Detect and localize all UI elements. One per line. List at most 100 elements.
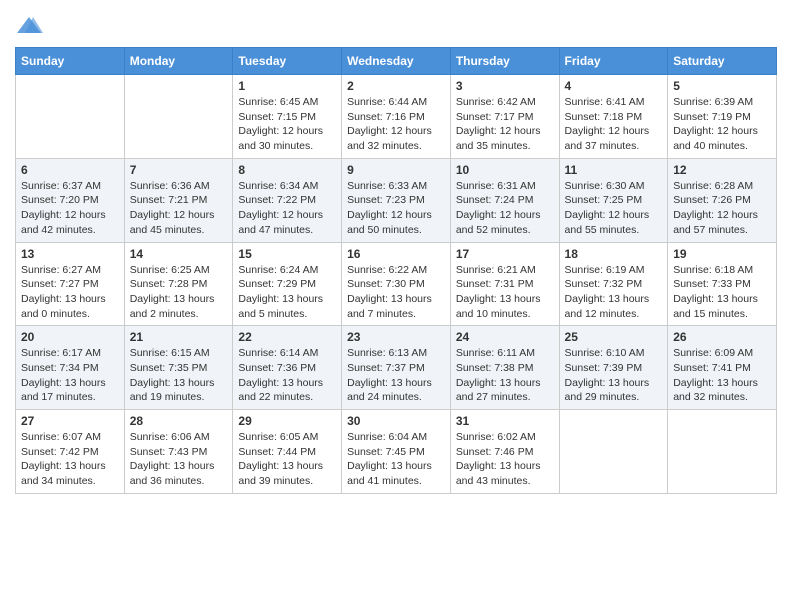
day-info: Sunrise: 6:27 AM Sunset: 7:27 PM Dayligh… bbox=[21, 263, 119, 322]
day-number: 2 bbox=[347, 79, 445, 93]
day-number: 1 bbox=[238, 79, 336, 93]
calendar-cell: 3 Sunrise: 6:42 AM Sunset: 7:17 PM Daylig… bbox=[450, 75, 559, 159]
calendar-week-4: 20 Sunrise: 6:17 AM Sunset: 7:34 PM Dayli… bbox=[16, 326, 777, 410]
day-info: Sunrise: 6:31 AM Sunset: 7:24 PM Dayligh… bbox=[456, 179, 554, 238]
calendar-week-1: 1 Sunrise: 6:45 AM Sunset: 7:15 PM Daylig… bbox=[16, 75, 777, 159]
day-number: 29 bbox=[238, 414, 336, 428]
day-info: Sunrise: 6:19 AM Sunset: 7:32 PM Dayligh… bbox=[565, 263, 663, 322]
day-info: Sunrise: 6:14 AM Sunset: 7:36 PM Dayligh… bbox=[238, 346, 336, 405]
day-number: 25 bbox=[565, 330, 663, 344]
day-info: Sunrise: 6:21 AM Sunset: 7:31 PM Dayligh… bbox=[456, 263, 554, 322]
calendar-cell: 21 Sunrise: 6:15 AM Sunset: 7:35 PM Dayli… bbox=[124, 326, 233, 410]
calendar-cell: 9 Sunrise: 6:33 AM Sunset: 7:23 PM Daylig… bbox=[342, 158, 451, 242]
day-number: 28 bbox=[130, 414, 228, 428]
day-info: Sunrise: 6:28 AM Sunset: 7:26 PM Dayligh… bbox=[673, 179, 771, 238]
calendar-cell: 8 Sunrise: 6:34 AM Sunset: 7:22 PM Daylig… bbox=[233, 158, 342, 242]
calendar-cell: 11Sunrise: 6:30 AM Sunset: 7:25 PM Dayli… bbox=[559, 158, 668, 242]
day-number: 9 bbox=[347, 163, 445, 177]
day-info: Sunrise: 6:02 AM Sunset: 7:46 PM Dayligh… bbox=[456, 430, 554, 489]
calendar-cell: 1 Sunrise: 6:45 AM Sunset: 7:15 PM Daylig… bbox=[233, 75, 342, 159]
calendar-cell: 26 Sunrise: 6:09 AM Sunset: 7:41 PM Dayli… bbox=[668, 326, 777, 410]
day-info: Sunrise: 6:39 AM Sunset: 7:19 PM Dayligh… bbox=[673, 95, 771, 154]
day-info: Sunrise: 6:42 AM Sunset: 7:17 PM Dayligh… bbox=[456, 95, 554, 154]
weekday-header-friday: Friday bbox=[559, 48, 668, 75]
calendar-cell: 16 Sunrise: 6:22 AM Sunset: 7:30 PM Dayli… bbox=[342, 242, 451, 326]
calendar-cell: 18 Sunrise: 6:19 AM Sunset: 7:32 PM Dayli… bbox=[559, 242, 668, 326]
weekday-header-wednesday: Wednesday bbox=[342, 48, 451, 75]
day-number: 6 bbox=[21, 163, 119, 177]
weekday-header-saturday: Saturday bbox=[668, 48, 777, 75]
calendar-cell: 23Sunrise: 6:13 AM Sunset: 7:37 PM Dayli… bbox=[342, 326, 451, 410]
calendar-week-2: 6 Sunrise: 6:37 AM Sunset: 7:20 PM Daylig… bbox=[16, 158, 777, 242]
day-number: 27 bbox=[21, 414, 119, 428]
calendar-header: SundayMondayTuesdayWednesdayThursdayFrid… bbox=[16, 48, 777, 75]
logo-icon bbox=[15, 15, 43, 37]
day-info: Sunrise: 6:05 AM Sunset: 7:44 PM Dayligh… bbox=[238, 430, 336, 489]
calendar-body: 1 Sunrise: 6:45 AM Sunset: 7:15 PM Daylig… bbox=[16, 75, 777, 494]
day-info: Sunrise: 6:06 AM Sunset: 7:43 PM Dayligh… bbox=[130, 430, 228, 489]
day-info: Sunrise: 6:33 AM Sunset: 7:23 PM Dayligh… bbox=[347, 179, 445, 238]
day-number: 22 bbox=[238, 330, 336, 344]
calendar-cell: 13 Sunrise: 6:27 AM Sunset: 7:27 PM Dayli… bbox=[16, 242, 125, 326]
calendar-cell: 4Sunrise: 6:41 AM Sunset: 7:18 PM Daylig… bbox=[559, 75, 668, 159]
day-number: 21 bbox=[130, 330, 228, 344]
day-info: Sunrise: 6:36 AM Sunset: 7:21 PM Dayligh… bbox=[130, 179, 228, 238]
calendar-week-3: 13 Sunrise: 6:27 AM Sunset: 7:27 PM Dayli… bbox=[16, 242, 777, 326]
day-info: Sunrise: 6:04 AM Sunset: 7:45 PM Dayligh… bbox=[347, 430, 445, 489]
day-number: 20 bbox=[21, 330, 119, 344]
calendar-cell: 2 Sunrise: 6:44 AM Sunset: 7:16 PM Daylig… bbox=[342, 75, 451, 159]
day-number: 18 bbox=[565, 247, 663, 261]
calendar-table: SundayMondayTuesdayWednesdayThursdayFrid… bbox=[15, 47, 777, 494]
day-number: 13 bbox=[21, 247, 119, 261]
day-number: 12 bbox=[673, 163, 771, 177]
day-info: Sunrise: 6:09 AM Sunset: 7:41 PM Dayligh… bbox=[673, 346, 771, 405]
calendar-cell: 6 Sunrise: 6:37 AM Sunset: 7:20 PM Daylig… bbox=[16, 158, 125, 242]
day-info: Sunrise: 6:30 AM Sunset: 7:25 PM Dayligh… bbox=[565, 179, 663, 238]
day-info: Sunrise: 6:15 AM Sunset: 7:35 PM Dayligh… bbox=[130, 346, 228, 405]
page-header bbox=[15, 15, 777, 37]
day-info: Sunrise: 6:34 AM Sunset: 7:22 PM Dayligh… bbox=[238, 179, 336, 238]
weekday-header-tuesday: Tuesday bbox=[233, 48, 342, 75]
day-number: 7 bbox=[130, 163, 228, 177]
day-info: Sunrise: 6:11 AM Sunset: 7:38 PM Dayligh… bbox=[456, 346, 554, 405]
calendar-cell: 12 Sunrise: 6:28 AM Sunset: 7:26 PM Dayli… bbox=[668, 158, 777, 242]
calendar-cell: 30Sunrise: 6:04 AM Sunset: 7:45 PM Dayli… bbox=[342, 410, 451, 494]
day-info: Sunrise: 6:25 AM Sunset: 7:28 PM Dayligh… bbox=[130, 263, 228, 322]
calendar-cell: 29 Sunrise: 6:05 AM Sunset: 7:44 PM Dayli… bbox=[233, 410, 342, 494]
calendar-cell: 14 Sunrise: 6:25 AM Sunset: 7:28 PM Dayli… bbox=[124, 242, 233, 326]
day-number: 31 bbox=[456, 414, 554, 428]
calendar-cell: 15Sunrise: 6:24 AM Sunset: 7:29 PM Dayli… bbox=[233, 242, 342, 326]
calendar-cell: 25 Sunrise: 6:10 AM Sunset: 7:39 PM Dayli… bbox=[559, 326, 668, 410]
day-info: Sunrise: 6:17 AM Sunset: 7:34 PM Dayligh… bbox=[21, 346, 119, 405]
logo bbox=[15, 15, 47, 37]
calendar-cell: 19Sunrise: 6:18 AM Sunset: 7:33 PM Dayli… bbox=[668, 242, 777, 326]
day-number: 10 bbox=[456, 163, 554, 177]
calendar-cell: 17Sunrise: 6:21 AM Sunset: 7:31 PM Dayli… bbox=[450, 242, 559, 326]
day-number: 8 bbox=[238, 163, 336, 177]
calendar-week-5: 27 Sunrise: 6:07 AM Sunset: 7:42 PM Dayli… bbox=[16, 410, 777, 494]
day-info: Sunrise: 6:10 AM Sunset: 7:39 PM Dayligh… bbox=[565, 346, 663, 405]
day-number: 24 bbox=[456, 330, 554, 344]
day-info: Sunrise: 6:22 AM Sunset: 7:30 PM Dayligh… bbox=[347, 263, 445, 322]
calendar-cell bbox=[124, 75, 233, 159]
calendar-cell: 24 Sunrise: 6:11 AM Sunset: 7:38 PM Dayli… bbox=[450, 326, 559, 410]
calendar-cell: 28 Sunrise: 6:06 AM Sunset: 7:43 PM Dayli… bbox=[124, 410, 233, 494]
day-info: Sunrise: 6:07 AM Sunset: 7:42 PM Dayligh… bbox=[21, 430, 119, 489]
calendar-cell bbox=[559, 410, 668, 494]
day-number: 16 bbox=[347, 247, 445, 261]
day-info: Sunrise: 6:37 AM Sunset: 7:20 PM Dayligh… bbox=[21, 179, 119, 238]
day-info: Sunrise: 6:41 AM Sunset: 7:18 PM Dayligh… bbox=[565, 95, 663, 154]
day-info: Sunrise: 6:44 AM Sunset: 7:16 PM Dayligh… bbox=[347, 95, 445, 154]
calendar-cell bbox=[16, 75, 125, 159]
day-number: 3 bbox=[456, 79, 554, 93]
day-number: 26 bbox=[673, 330, 771, 344]
calendar-cell: 20 Sunrise: 6:17 AM Sunset: 7:34 PM Dayli… bbox=[16, 326, 125, 410]
day-info: Sunrise: 6:24 AM Sunset: 7:29 PM Dayligh… bbox=[238, 263, 336, 322]
day-info: Sunrise: 6:45 AM Sunset: 7:15 PM Dayligh… bbox=[238, 95, 336, 154]
weekday-header-monday: Monday bbox=[124, 48, 233, 75]
day-number: 5 bbox=[673, 79, 771, 93]
day-info: Sunrise: 6:13 AM Sunset: 7:37 PM Dayligh… bbox=[347, 346, 445, 405]
day-number: 19 bbox=[673, 247, 771, 261]
day-number: 14 bbox=[130, 247, 228, 261]
calendar-cell: 7 Sunrise: 6:36 AM Sunset: 7:21 PM Daylig… bbox=[124, 158, 233, 242]
